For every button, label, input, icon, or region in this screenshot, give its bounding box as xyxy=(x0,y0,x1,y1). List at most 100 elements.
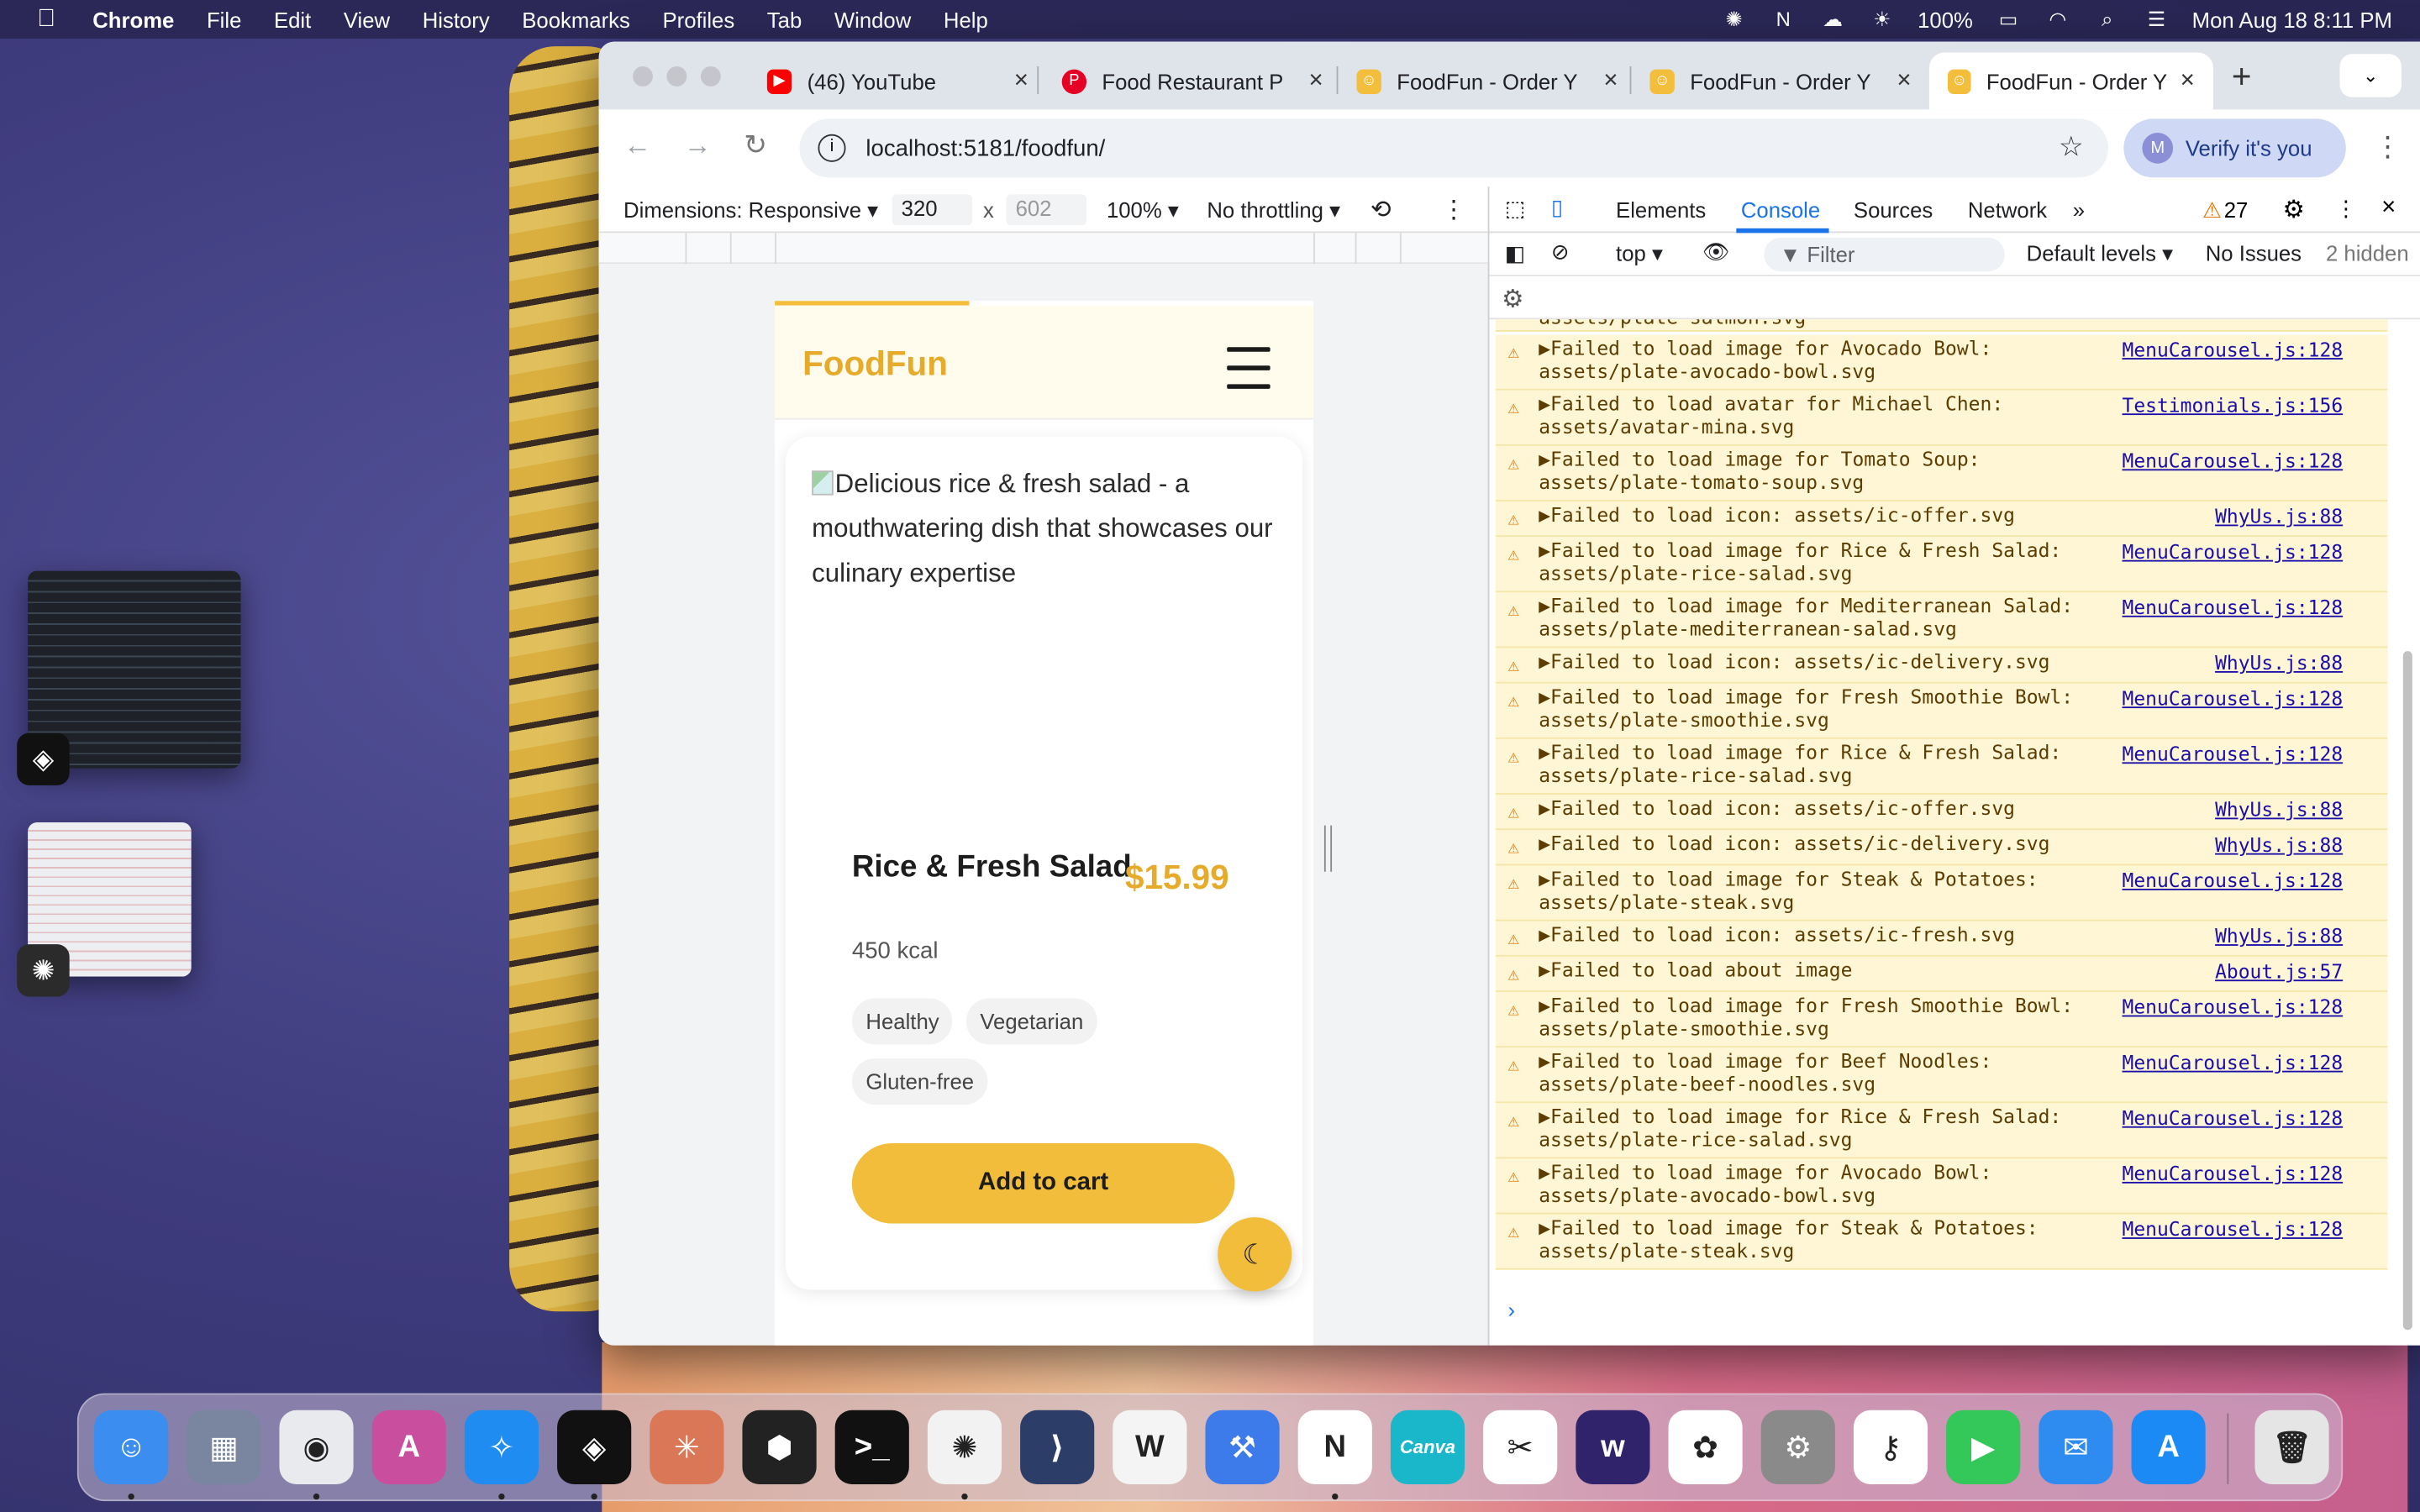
finder-icon[interactable]: ☺ xyxy=(94,1410,169,1484)
console-prompt[interactable]: › xyxy=(1507,1298,1515,1322)
menu-history[interactable]: History xyxy=(423,7,490,31)
tab-foodfun-active[interactable]: ☺ FoodFun - Order Y × xyxy=(1928,52,2213,110)
address-bar[interactable]: i localhost:5181/foodfun/ ☆ xyxy=(799,118,2108,178)
menu-bookmarks[interactable]: Bookmarks xyxy=(522,7,630,31)
menu-edit[interactable]: Edit xyxy=(274,7,311,31)
console-warning-row[interactable]: ⚠ ▶Failed to load image for Avocado Bowl:… xyxy=(1495,334,2388,391)
console-warning-row[interactable]: ⚠ ▶Failed to load icon: assets/ic-offer.s… xyxy=(1495,794,2388,831)
app-store-icon[interactable]: A xyxy=(2131,1410,2206,1484)
expand-arrow-icon[interactable]: ▶ xyxy=(1539,994,1550,1017)
log-source-link[interactable]: MenuCarousel.js:128 xyxy=(2105,596,2344,619)
tab-foodfun-2[interactable]: ☺ FoodFun - Order Y × xyxy=(1631,52,1929,109)
keychain-icon[interactable]: ⚷ xyxy=(1853,1410,1928,1484)
notion-status-icon[interactable]: N xyxy=(1770,8,1797,31)
tab-network[interactable]: Network xyxy=(1968,197,2047,222)
chatgpt-icon[interactable]: ✺ xyxy=(927,1410,1002,1484)
forward-arrow-icon[interactable]: → xyxy=(684,129,712,162)
code-app-icon[interactable]: ⟩ xyxy=(1020,1410,1095,1484)
notion-icon[interactable]: N xyxy=(1297,1410,1372,1484)
log-source-link[interactable]: MenuCarousel.js:128 xyxy=(2105,1106,2344,1130)
console-warning-row[interactable]: ⚠ ▶Failed to load about image About.js:57 xyxy=(1495,956,2388,993)
zoom-dropdown[interactable]: 100% ▾ xyxy=(1107,197,1179,223)
safari-icon[interactable]: ✧ xyxy=(464,1410,539,1484)
log-source-link[interactable]: WhyUs.js:88 xyxy=(2105,833,2343,857)
tab-youtube[interactable]: ▶ (46) YouTube × xyxy=(749,52,1047,109)
dimensions-dropdown[interactable]: Dimensions: Responsive ▾ xyxy=(623,197,878,223)
issues-link[interactable]: No Issues xyxy=(2206,241,2302,265)
add-to-cart-button[interactable]: Add to cart xyxy=(851,1143,1235,1224)
throttling-dropdown[interactable]: No throttling ▾ xyxy=(1207,197,1340,223)
console-scrollbar[interactable] xyxy=(2400,319,2415,1345)
bookmark-star-icon[interactable]: ☆ xyxy=(2059,131,2084,164)
facetime-icon[interactable]: ▶ xyxy=(1946,1410,2021,1484)
new-tab-button[interactable]: + xyxy=(2232,57,2252,97)
expand-arrow-icon[interactable]: ▶ xyxy=(1539,448,1550,471)
log-source-link[interactable]: MenuCarousel.js:128 xyxy=(2105,1051,2344,1074)
dark-mode-toggle-moon-icon[interactable]: ☾ xyxy=(1218,1217,1292,1292)
console-warning-row[interactable]: ⚠ ▶Failed to load icon: assets/ic-deliver… xyxy=(1495,830,2388,866)
mail-icon[interactable]: ✉ xyxy=(2039,1410,2113,1484)
context-dropdown[interactable]: top ▾ xyxy=(1616,241,1663,267)
console-warning-row[interactable]: ⚠ ▶Failed to load image for Rice & Fresh … xyxy=(1495,1103,2388,1159)
live-expression-eye-icon[interactable]: 👁 xyxy=(1702,239,1730,265)
log-source-link[interactable]: MenuCarousel.js:128 xyxy=(2105,449,2344,472)
console-warning-row[interactable]: ⚠ ▶Failed to load image for Mediterranean… xyxy=(1495,592,2388,648)
close-icon[interactable]: × xyxy=(1897,67,1911,95)
close-icon[interactable]: × xyxy=(1603,67,1618,95)
profile-verify-button[interactable]: M Verify it's you xyxy=(2123,118,2346,178)
site-logo[interactable]: FoodFun xyxy=(802,344,948,385)
devtools-menu-icon[interactable]: ⋮ xyxy=(2335,196,2357,222)
expand-arrow-icon[interactable]: ▶ xyxy=(1539,958,1550,982)
more-tabs-icon[interactable]: » xyxy=(2073,197,2085,222)
warning-icon[interactable]: ⚠ xyxy=(2202,197,2222,223)
xcode-icon[interactable]: ⚒ xyxy=(1205,1410,1280,1484)
hamburger-menu-icon[interactable] xyxy=(1227,333,1270,395)
rotate-icon[interactable]: ⟲ xyxy=(1370,194,1392,225)
expand-arrow-icon[interactable]: ▶ xyxy=(1539,538,1550,562)
tab-elements[interactable]: Elements xyxy=(1616,197,1706,222)
expand-arrow-icon[interactable]: ▶ xyxy=(1539,685,1550,709)
menu-file[interactable]: File xyxy=(207,7,241,31)
trash-icon[interactable]: 🗑 xyxy=(2254,1410,2329,1484)
expand-arrow-icon[interactable]: ▶ xyxy=(1539,741,1550,764)
console-warning-row[interactable]: ⚠ ▶Failed to load icon: assets/ic-offer.s… xyxy=(1495,501,2388,538)
terminal-icon[interactable]: >_ xyxy=(834,1410,909,1484)
canva-icon[interactable]: Canva xyxy=(1390,1410,1465,1484)
expand-arrow-icon[interactable]: ▶ xyxy=(1539,503,1550,527)
cursor-app-icon[interactable]: ◈ xyxy=(557,1410,632,1484)
console-warning-row[interactable]: ⚠ ▶Failed to load image for Rice & Fresh … xyxy=(1495,738,2388,795)
close-icon[interactable]: × xyxy=(1014,67,1028,95)
console-warning-row[interactable]: ⚠ ▶Failed to load image for Rice & Fresh … xyxy=(1495,537,2388,593)
log-source-link[interactable]: WhyUs.js:88 xyxy=(2105,924,2343,948)
console-warning-row[interactable]: ⚠ ▶Failed to load image for Fresh Smoothi… xyxy=(1495,992,2388,1048)
log-source-link[interactable]: Testimonials.js:156 xyxy=(2105,393,2344,417)
affinity-icon[interactable]: A xyxy=(371,1410,446,1484)
log-source-link[interactable]: WhyUs.js:88 xyxy=(2105,798,2343,822)
warning-count[interactable]: 27 xyxy=(2224,197,2249,222)
log-source-link[interactable]: MenuCarousel.js:128 xyxy=(2105,540,2344,564)
log-source-link[interactable]: WhyUs.js:88 xyxy=(2105,505,2343,528)
menu-tab[interactable]: Tab xyxy=(767,7,802,31)
console-settings-gear-icon[interactable]: ⚙ xyxy=(1502,284,1523,315)
expand-arrow-icon[interactable]: ▶ xyxy=(1539,1215,1550,1239)
expand-arrow-icon[interactable]: ▶ xyxy=(1539,867,1550,890)
wifi-icon[interactable]: ◠ xyxy=(2044,7,2071,30)
log-source-link[interactable]: MenuCarousel.js:128 xyxy=(2105,742,2344,765)
log-source-link[interactable]: MenuCarousel.js:128 xyxy=(2105,686,2344,710)
expand-arrow-icon[interactable]: ▶ xyxy=(1539,796,1550,820)
capcut-icon[interactable]: ✂ xyxy=(1483,1410,1558,1484)
cube-app-icon[interactable]: ⬢ xyxy=(742,1410,817,1484)
console-warning-row[interactable]: ⚠ ▶Failed to load image for Beef Noodles:… xyxy=(1495,1047,2388,1104)
claude-icon[interactable]: ✳ xyxy=(650,1410,724,1484)
expand-arrow-icon[interactable]: ▶ xyxy=(1539,336,1550,360)
close-devtools-icon[interactable]: × xyxy=(2381,194,2396,222)
expand-arrow-icon[interactable]: ▶ xyxy=(1539,649,1550,673)
log-source-link[interactable]: MenuCarousel.js:128 xyxy=(2105,869,2344,892)
expand-arrow-icon[interactable]: ▶ xyxy=(1539,922,1550,946)
log-source-link[interactable]: About.js:57 xyxy=(2105,959,2343,983)
tab-sources[interactable]: Sources xyxy=(1854,197,1933,222)
sidebar-toggle-icon[interactable]: ◧ xyxy=(1505,241,1525,267)
log-source-link[interactable]: MenuCarousel.js:128 xyxy=(2105,995,2344,1019)
menu-profiles[interactable]: Profiles xyxy=(662,7,734,31)
menu-app-name[interactable]: Chrome xyxy=(92,7,174,31)
